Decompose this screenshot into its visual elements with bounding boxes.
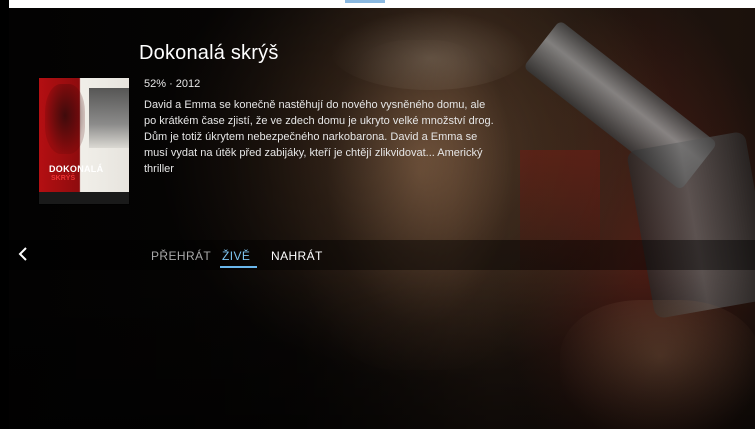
poster-face-right bbox=[89, 88, 129, 148]
poster-subtitle: SKRÝŠ bbox=[51, 175, 76, 182]
movie-title: Dokonalá skrýš bbox=[139, 42, 279, 64]
movie-description: David a Emma se konečně nastěhují do nov… bbox=[144, 99, 494, 175]
backdrop-bottom-fade bbox=[0, 269, 755, 429]
active-tab-indicator bbox=[220, 266, 257, 268]
tab-live[interactable]: ŽIVĚ bbox=[222, 249, 250, 263]
top-indicator bbox=[345, 0, 385, 3]
tab-play[interactable]: PŘEHRÁT bbox=[151, 249, 211, 263]
movie-rating-year: 52% · 2012 bbox=[144, 78, 201, 90]
chevron-left-icon[interactable] bbox=[16, 246, 30, 264]
poster-title: DOKONALÁ bbox=[49, 164, 104, 174]
chevron-left-icon-svg bbox=[18, 247, 27, 261]
left-edge bbox=[0, 0, 9, 429]
top-bar bbox=[0, 0, 755, 8]
movie-detail-screen: Dokonalá skrýš DOKONALÁ SKRÝŠ 52% · 2012… bbox=[0, 0, 755, 429]
movie-poster: DOKONALÁ SKRÝŠ bbox=[39, 78, 129, 204]
action-bar bbox=[0, 240, 755, 270]
tab-record[interactable]: NAHRÁT bbox=[271, 249, 323, 263]
poster-face-left bbox=[45, 84, 85, 154]
poster-footer bbox=[39, 192, 129, 204]
